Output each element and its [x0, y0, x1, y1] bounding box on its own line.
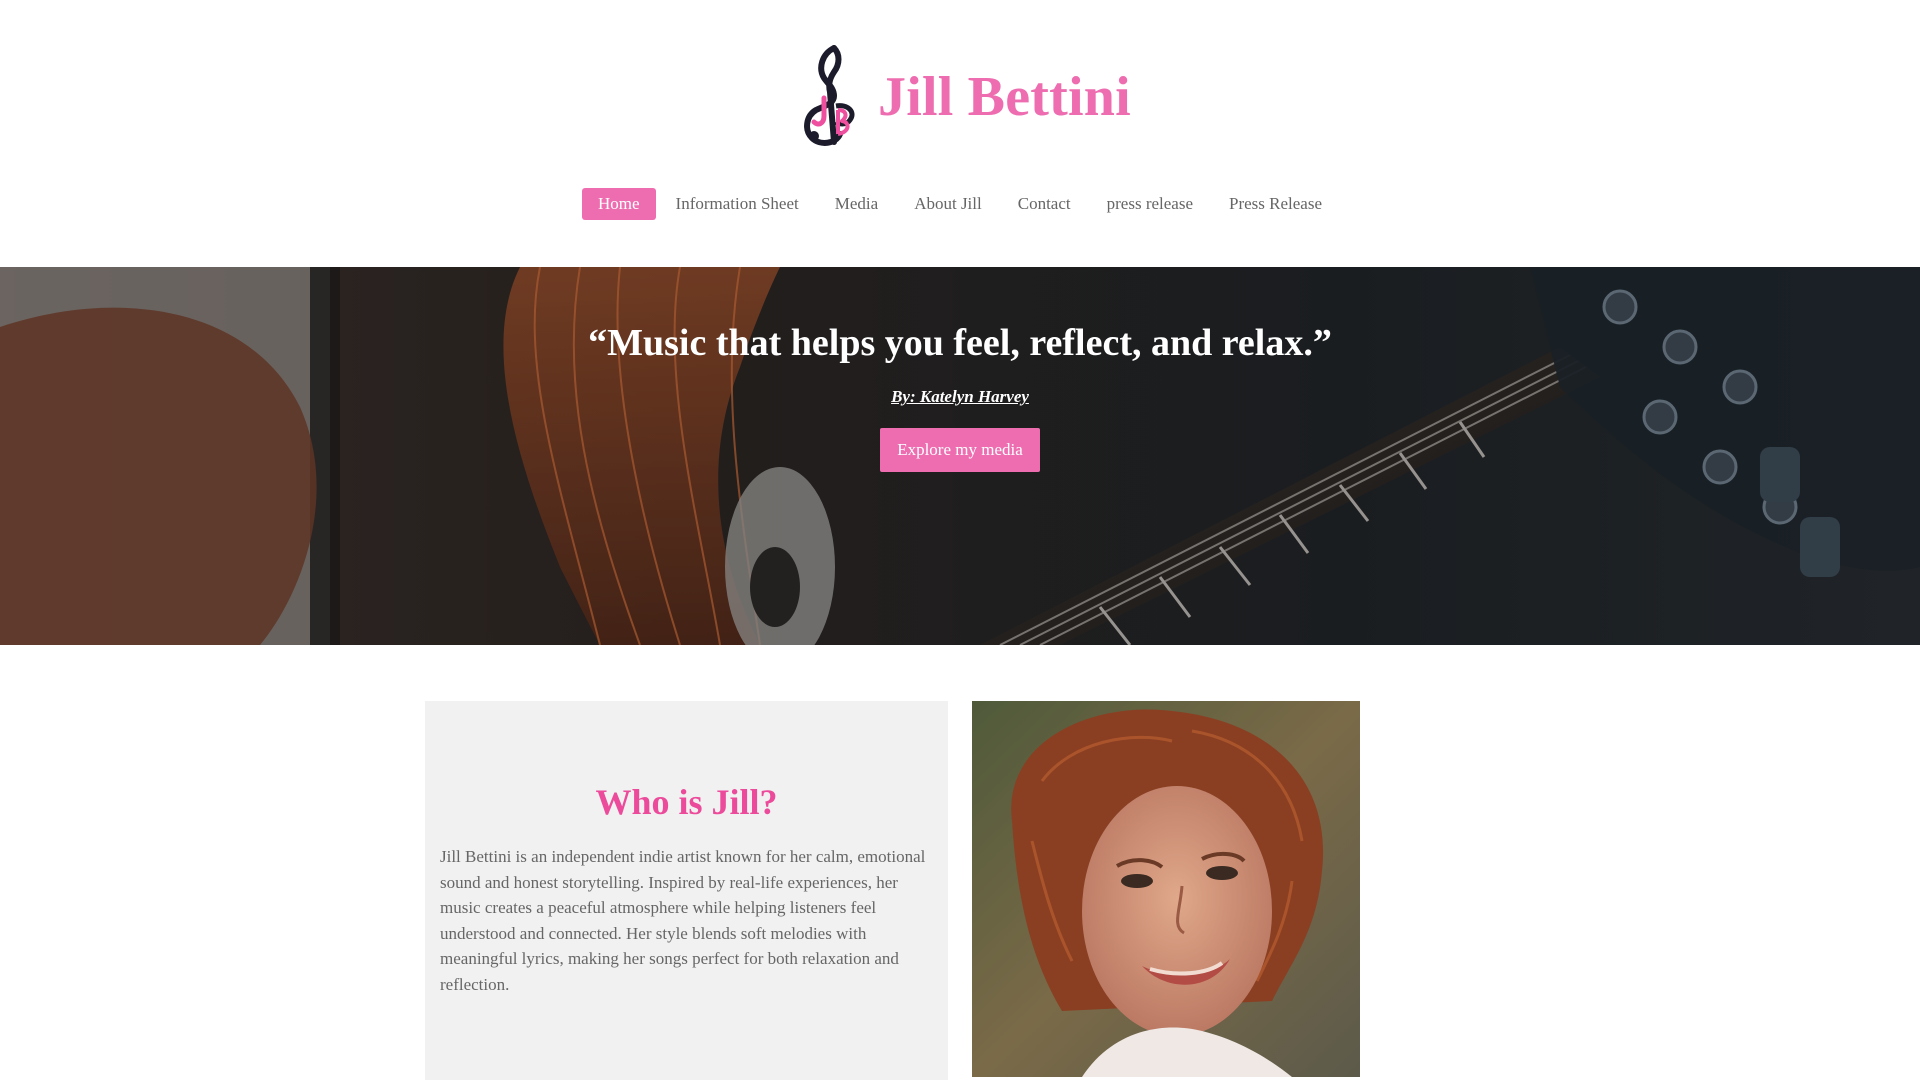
site-title[interactable]: Jill Bettini — [878, 69, 1131, 125]
brand[interactable]: Jill Bettini — [800, 44, 1131, 149]
about-text: Jill Bettini is an independent indie art… — [440, 847, 926, 994]
nav-item-information-sheet[interactable]: Information Sheet — [660, 188, 815, 220]
nav-item-press-release[interactable]: Press Release — [1213, 188, 1338, 220]
nav-item-home[interactable]: Home — [581, 188, 656, 220]
about-heading: Who is Jill? — [595, 782, 778, 822]
nav-item-media[interactable]: Media — [819, 188, 894, 220]
nav-item-press-release-lower[interactable]: press release — [1091, 188, 1209, 220]
main-nav: Home Information Sheet Media About Jill … — [0, 188, 1920, 220]
explore-media-button[interactable]: Explore my media — [880, 428, 1040, 472]
nav-item-contact[interactable]: Contact — [1002, 188, 1087, 220]
who-is-jill-card: Who is Jill? Jill Bettini is an independ… — [425, 701, 948, 1080]
hero-banner: “Music that helps you feel, reflect, and… — [0, 267, 1920, 645]
site-header: Jill Bettini Home Information Sheet Medi… — [0, 0, 1920, 267]
nav-item-about-jill[interactable]: About Jill — [898, 188, 998, 220]
hero-byline-link[interactable]: By: Katelyn Harvey — [0, 387, 1920, 407]
hero-quote: “Music that helps you feel, reflect, and… — [588, 322, 1332, 364]
treble-clef-logo-icon[interactable] — [800, 44, 860, 149]
portrait-photo — [972, 701, 1360, 1077]
jill-portrait-image — [972, 701, 1360, 1077]
